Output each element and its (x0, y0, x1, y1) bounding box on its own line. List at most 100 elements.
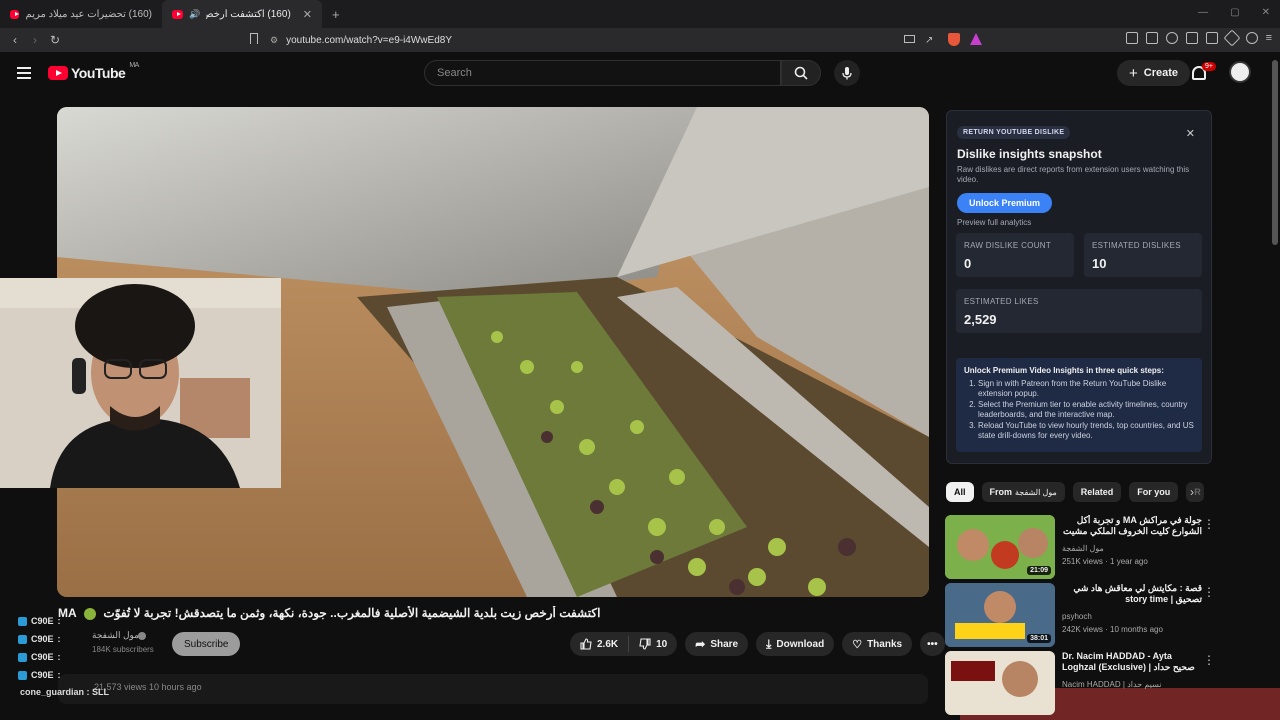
more-vertical-icon[interactable]: ⋮ (1203, 517, 1215, 531)
chat-user: C90E (31, 616, 54, 626)
related-filter-chips: All From مول الشفجة Related For you R (946, 482, 1205, 502)
microphone-icon (842, 67, 852, 80)
screen-icon[interactable] (904, 35, 915, 43)
chat-text: : (57, 652, 61, 662)
chat-badge-icon (18, 652, 27, 662)
related-video[interactable]: 21:09 جولة في مراكش MA و تجربة أكل الشوا… (945, 515, 1265, 579)
chat-text: : (57, 616, 61, 626)
chevron-right-icon[interactable]: › (1190, 485, 1194, 499)
chip-all[interactable]: All (946, 482, 974, 502)
browser-tab-2[interactable]: 🔊 (160) اكتشفت أرخص زيت بلدي ✕ (162, 0, 322, 28)
chat-message: C90E: (18, 630, 61, 648)
chat-text: : (57, 634, 61, 644)
bookmark-icon[interactable] (250, 33, 258, 44)
steps-list: Sign in with Patreon from the Return You… (978, 379, 1194, 441)
youtube-logo[interactable]: YouTube MA (48, 61, 139, 81)
wallet-icon[interactable] (1205, 32, 1218, 44)
region-code: MA (129, 61, 139, 69)
search-button[interactable] (781, 60, 821, 86)
close-window-icon[interactable]: ✕ (1262, 7, 1270, 18)
menu-icon[interactable]: ≡ (1266, 32, 1272, 44)
estimated-dislikes-label: ESTIMATED DISLIKES (1092, 241, 1181, 250)
rewards-icon[interactable] (970, 33, 982, 45)
more-actions-button[interactable]: ••• (920, 632, 945, 656)
share-icon: ➦ (695, 637, 706, 651)
toolbar-icons: ≡ (1125, 29, 1272, 47)
share-label: Share (710, 638, 739, 650)
sidebar-icon[interactable] (1185, 32, 1198, 44)
extensions-icon[interactable] (1125, 32, 1138, 44)
close-tab-icon[interactable]: ✕ (303, 8, 312, 21)
raw-dislike-value: 0 (964, 256, 972, 271)
media-icon[interactable] (1165, 32, 1178, 44)
voice-search-button[interactable] (834, 60, 860, 86)
forward-icon[interactable]: › (25, 33, 45, 47)
chip-from-channel[interactable]: From مول الشفجة (981, 482, 1065, 502)
thumbnail-image (945, 651, 1055, 715)
chip-related[interactable]: Related (1072, 482, 1122, 502)
related-video[interactable]: Dr. Nacim HADDAD - Ayta Loghzal (Exclusi… (945, 651, 1265, 715)
minimize-icon[interactable]: — (1198, 7, 1208, 18)
reader-icon[interactable] (1145, 32, 1158, 44)
plus-icon: + (1129, 64, 1138, 82)
site-settings-icon[interactable]: ⚙ (270, 35, 278, 46)
download-button[interactable]: ⤓ Download (756, 632, 835, 656)
steps-title: Unlock Premium Video Insights in three q… (964, 366, 1164, 375)
search-input[interactable]: Search (424, 60, 781, 86)
close-panel-icon[interactable]: ✕ (1186, 127, 1195, 140)
create-label: Create (1143, 67, 1179, 79)
speaker-icon[interactable]: 🔊 (189, 9, 200, 20)
related-title: جولة في مراكش MA و تجربة أكل الشوارع كلي… (1063, 515, 1202, 536)
page-scrollbar[interactable] (1272, 60, 1278, 245)
estimated-dislikes-card: ESTIMATED DISLIKES 10 (1084, 233, 1202, 277)
step-item: Select the Premium tier to enable activi… (978, 400, 1194, 419)
view-count-date: 21,573 views 10 hours ago (94, 682, 202, 692)
chat-badge-icon (18, 616, 27, 626)
like-button[interactable]: 2.6K (570, 638, 628, 650)
more-vertical-icon[interactable]: ⋮ (1203, 653, 1215, 667)
search-icon (794, 66, 808, 80)
subscriber-count: 184K subscribers (92, 645, 154, 654)
chat-user: C90E (31, 634, 54, 644)
create-button[interactable]: + Create (1117, 60, 1191, 86)
chip-for-you[interactable]: For you (1129, 482, 1179, 502)
streamer-image (0, 278, 281, 488)
reload-icon[interactable]: ↻ (45, 33, 65, 47)
share-button[interactable]: ➦ Share (685, 632, 749, 656)
olive-emoji-icon (84, 607, 97, 620)
more-vertical-icon[interactable]: ⋮ (1203, 585, 1215, 599)
maximize-icon[interactable]: ▢ (1230, 7, 1239, 18)
thanks-button[interactable]: ♡ Thanks (842, 632, 913, 656)
youtube-header: YouTube MA Search + Create 9+ (0, 52, 1280, 94)
url-text: youtube.com/watch?v=e9-i4WwEd8Y (286, 34, 452, 46)
share-page-icon[interactable]: ↗ (925, 35, 933, 46)
window-controls: — ▢ ✕ (1198, 7, 1270, 18)
estimated-likes-value: 2,529 (964, 312, 997, 327)
chip-partial[interactable]: R (1186, 482, 1205, 502)
like-dislike-group: 2.6K 10 (570, 632, 678, 656)
chat-badge-icon (18, 670, 27, 680)
browser-tab-1[interactable]: (160) تحضيرات عيد ميلاد مريم نهار كلو (0, 0, 162, 28)
dislike-button[interactable]: 10 (629, 638, 677, 650)
leo-icon[interactable] (1223, 29, 1241, 47)
duration-badge: 21:09 (1027, 566, 1051, 575)
channel-name[interactable]: مول الشفجة (92, 630, 139, 641)
hamburger-menu-icon[interactable] (17, 67, 31, 79)
panel-description: Raw dislikes are direct reports from ext… (957, 165, 1190, 184)
browser-nav-bar: ‹ › ↻ ⚙ youtube.com/watch?v=e9-i4WwEd8Y … (0, 28, 1280, 52)
back-icon[interactable]: ‹ (5, 33, 25, 47)
video-thumbnail (945, 651, 1055, 715)
duration-badge: 38:01 (1027, 634, 1051, 643)
account-avatar[interactable] (1229, 61, 1251, 83)
step-item: Sign in with Patreon from the Return You… (978, 379, 1194, 398)
related-video[interactable]: 38:01 قصة : مكايتش لي معاقش هاد شي تصحيق… (945, 583, 1265, 647)
unlock-premium-button[interactable]: Unlock Premium (957, 193, 1053, 213)
video-thumbnail: 38:01 (945, 583, 1055, 647)
vpn-icon[interactable] (1245, 32, 1258, 44)
brave-shield-icon[interactable] (948, 33, 960, 46)
raw-dislike-card: RAW DISLIKE COUNT 0 (956, 233, 1074, 277)
subscribe-button[interactable]: Subscribe (172, 632, 241, 656)
address-bar[interactable]: ⚙ youtube.com/watch?v=e9-i4WwEd8Y ↗ (270, 30, 994, 50)
preview-analytics-link[interactable]: Preview full analytics (957, 218, 1201, 227)
new-tab-button[interactable]: + (332, 7, 340, 22)
